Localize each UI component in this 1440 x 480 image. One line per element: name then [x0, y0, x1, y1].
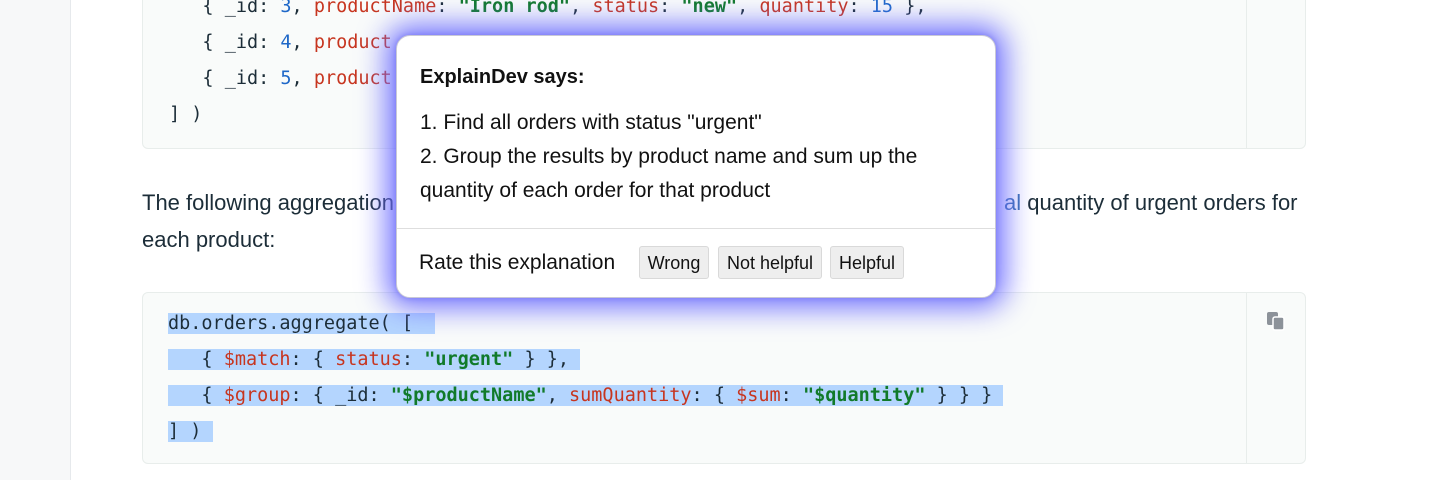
code-line: { _id: 3, productName: "Iron rod", statu… — [202, 0, 927, 17]
code-block-aggregate[interactable]: db.orders.aggregate( [ { $match: { statu… — [142, 292, 1306, 464]
not-helpful-button[interactable]: Not helpful — [718, 246, 822, 279]
paragraph-text-right: al quantity of urgent orders for — [1004, 190, 1298, 215]
explain-popup: ExplainDev says: 1. Find all orders with… — [396, 35, 996, 298]
code-line: { _id: 4, product — [202, 32, 392, 53]
code-line-selected[interactable]: db.orders.aggregate( [ — [168, 306, 436, 342]
helpful-button[interactable]: Helpful — [830, 246, 904, 279]
paragraph-text-left: The following aggregation — [142, 190, 394, 215]
code-line: ] ) — [169, 104, 203, 125]
popup-title: ExplainDev says: — [420, 66, 585, 88]
explanation-step: 1. Find all orders with status "urgent" — [420, 111, 762, 134]
rate-label: Rate this explanation — [419, 251, 616, 274]
popup-explanation: 1. Find all orders with status "urgent" … — [420, 106, 980, 208]
paragraph-text-line2: each product: — [142, 227, 276, 252]
code-line-selected[interactable]: ] ) — [168, 414, 213, 450]
wrong-button[interactable]: Wrong — [639, 246, 709, 279]
code-line-selected[interactable]: { $match: { status: "urgent" } }, — [168, 342, 581, 378]
code-line: { _id: 5, product — [202, 68, 392, 89]
code-gutter — [1246, 0, 1305, 148]
explanation-step-continued: quantity of each order for that product — [420, 179, 771, 202]
explanation-step: 2. Group the results by product name and… — [420, 145, 918, 168]
copy-icon[interactable] — [1264, 309, 1288, 333]
code-line-selected[interactable]: { $group: { _id: "$productName", sumQuan… — [168, 378, 1004, 414]
divider — [397, 228, 995, 229]
